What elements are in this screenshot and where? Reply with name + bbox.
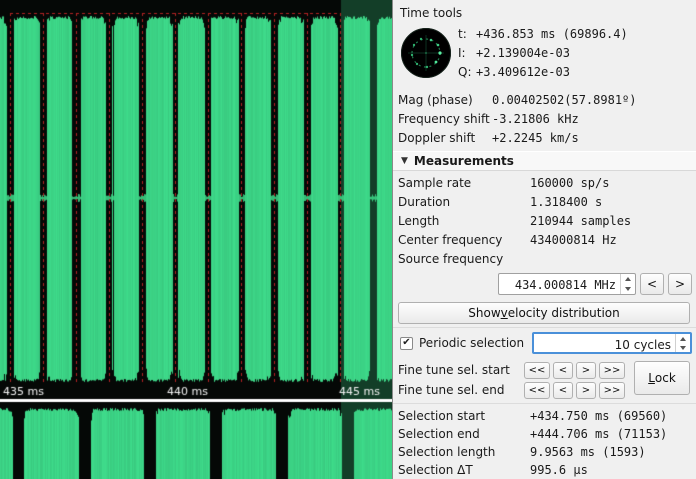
i-label: I:	[458, 46, 476, 60]
t-label: t:	[458, 27, 476, 41]
lock-button-mnemonic: L	[648, 371, 655, 385]
selection-length-row: Selection length 9.9563 ms (1593)	[398, 443, 696, 461]
mag-phase-row: Mag (phase) 0.00402502(57.8981º)	[398, 90, 696, 109]
iq-scope-icon	[400, 27, 452, 79]
doppler-shift-row: Doppler shift +2.2245 km/s	[398, 128, 696, 147]
fine-tune-block: Fine tune sel. start << < > >> Fine tune…	[398, 360, 696, 400]
separator	[393, 327, 696, 328]
lock-button-text: ock	[655, 371, 676, 385]
frequency-shift-value: -3.21806 kHz	[492, 112, 579, 126]
spinbox-arrows-icon[interactable]	[620, 274, 635, 294]
sample-rate-label: Sample rate	[398, 176, 530, 190]
selection-delta-t-value: 995.6 μs	[530, 463, 588, 477]
duration-label: Duration	[398, 195, 530, 209]
signal-waveform-view[interactable]	[0, 0, 392, 479]
time-tools-panel: Time tools	[392, 0, 696, 479]
center-frequency-value: 434000814 Hz	[530, 233, 617, 247]
frequency-spin-row: 434.000814 MHz < >	[498, 272, 692, 296]
frequency-spinbox[interactable]: 434.000814 MHz	[498, 273, 636, 295]
duration-value: 1.318400 s	[530, 195, 602, 209]
lock-button[interactable]: Lock	[634, 361, 690, 395]
measurements-title: Measurements	[414, 154, 514, 168]
selection-delta-t-label: Selection ΔT	[398, 463, 530, 477]
i-readout-row: I: +2.139004e-03	[458, 44, 696, 63]
frequency-prev-button[interactable]: <	[640, 273, 664, 295]
doppler-shift-label: Doppler shift	[398, 131, 492, 145]
i-value: +2.139004e-03	[476, 46, 570, 60]
length-value: 210944 samples	[530, 214, 631, 228]
velocity-button-mnemonic: v	[501, 306, 508, 320]
center-frequency-row: Center frequency 434000814 Hz	[398, 230, 696, 249]
selection-length-label: Selection length	[398, 445, 530, 459]
waveform-area	[0, 0, 392, 479]
fine-end-fast-back-button[interactable]: <<	[524, 382, 550, 399]
sample-rate-row: Sample rate 160000 sp/s	[398, 173, 696, 192]
q-value: +3.409612e-03	[476, 65, 570, 79]
selection-length-value: 9.9563 ms (1593)	[530, 445, 646, 459]
length-row: Length 210944 samples	[398, 211, 696, 230]
fine-tune-start-label: Fine tune sel. start	[398, 363, 524, 377]
sample-rate-value: 160000 sp/s	[530, 176, 609, 190]
selection-end-label: Selection end	[398, 427, 530, 441]
velocity-button-text-2: elocity distribution	[508, 306, 620, 320]
fine-start-fast-back-button[interactable]: <<	[524, 362, 550, 379]
q-readout-row: Q: +3.409612e-03	[458, 63, 696, 82]
separator	[393, 403, 696, 404]
selection-info-block: Selection start +434.750 ms (69560) Sele…	[398, 407, 696, 479]
periodic-selection-row: ✔ Periodic selection 10 cycles	[400, 331, 692, 355]
q-label: Q:	[458, 65, 476, 79]
selection-start-label: Selection start	[398, 409, 530, 423]
cursor-readout-block: t: +436.853 ms (69896.4) I: +2.139004e-0…	[398, 24, 696, 82]
frequency-shift-label: Frequency shift	[398, 112, 492, 126]
fine-start-fast-forward-button[interactable]: >>	[599, 362, 625, 379]
mag-phase-label: Mag (phase)	[398, 93, 492, 107]
measurements-expander[interactable]: ▼ Measurements	[393, 151, 696, 171]
cycles-spinbox-arrows-icon[interactable]	[675, 334, 690, 352]
periodic-selection-label[interactable]: Periodic selection	[419, 336, 524, 350]
t-value: +436.853 ms (69896.4)	[476, 27, 628, 41]
fine-end-forward-button[interactable]: >	[576, 382, 596, 399]
fine-end-back-button[interactable]: <	[553, 382, 573, 399]
frequency-next-button[interactable]: >	[668, 273, 692, 295]
source-frequency-row: Source frequency	[398, 249, 696, 268]
show-velocity-distribution-button[interactable]: Show velocity distribution	[398, 302, 690, 324]
tiq-rows: t: +436.853 ms (69896.4) I: +2.139004e-0…	[458, 25, 696, 82]
duration-row: Duration 1.318400 s	[398, 192, 696, 211]
time-readout-row: t: +436.853 ms (69896.4)	[458, 25, 696, 44]
panel-title: Time tools	[400, 6, 696, 22]
length-label: Length	[398, 214, 530, 228]
cycles-spinbox-value: 10 cycles	[534, 334, 675, 352]
fine-start-forward-button[interactable]: >	[576, 362, 596, 379]
doppler-shift-value: +2.2245 km/s	[492, 131, 579, 145]
selection-start-value: +434.750 ms (69560)	[530, 409, 667, 423]
selection-delta-t-row: Selection ΔT 995.6 μs	[398, 461, 696, 479]
periodic-selection-checkbox[interactable]: ✔	[400, 337, 413, 350]
center-frequency-label: Center frequency	[398, 233, 530, 247]
selection-end-row: Selection end +444.706 ms (71153)	[398, 425, 696, 443]
cycles-spinbox[interactable]: 10 cycles	[532, 332, 692, 354]
selection-start-row: Selection start +434.750 ms (69560)	[398, 407, 696, 425]
frequency-shift-row: Frequency shift -3.21806 kHz	[398, 109, 696, 128]
fine-end-fast-forward-button[interactable]: >>	[599, 382, 625, 399]
velocity-button-text: Show	[468, 306, 500, 320]
selection-end-value: +444.706 ms (71153)	[530, 427, 667, 441]
fine-tune-end-label: Fine tune sel. end	[398, 383, 524, 397]
mag-phase-value: 0.00402502(57.8981º)	[492, 93, 637, 107]
source-frequency-label: Source frequency	[398, 252, 530, 266]
frequency-spinbox-value: 434.000814 MHz	[499, 274, 620, 294]
time-window-app: Time tools	[0, 0, 696, 479]
collapse-arrow-icon: ▼	[401, 156, 408, 166]
fine-start-back-button[interactable]: <	[553, 362, 573, 379]
